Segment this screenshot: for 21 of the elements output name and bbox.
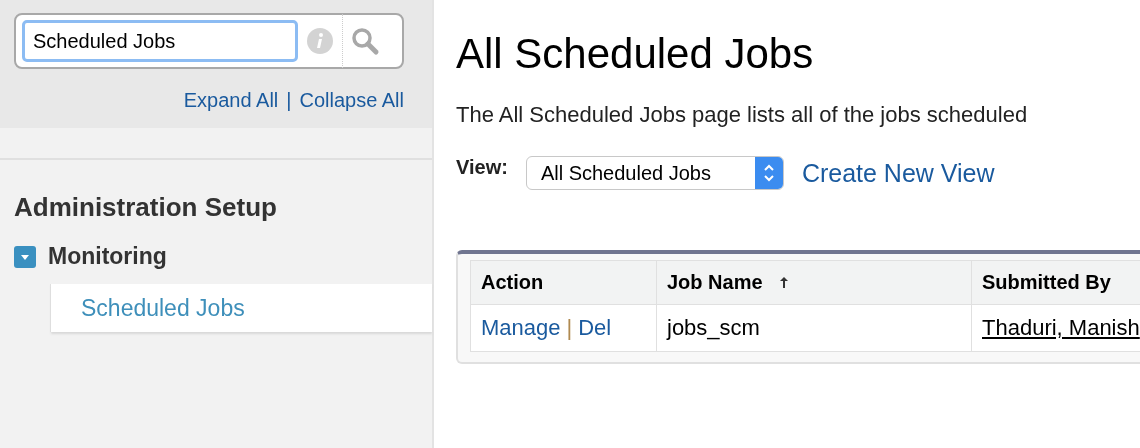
collapse-icon[interactable] <box>14 245 36 268</box>
tree-node[interactable]: Monitoring <box>48 243 167 270</box>
tree-toggle-link[interactable]: Expand All <box>183 89 279 112</box>
column-header[interactable]: Job Name <box>656 260 972 305</box>
column-header[interactable]: Action <box>470 260 657 305</box>
view-select[interactable]: All Scheduled Jobs <box>525 156 784 190</box>
tree-item[interactable]: Scheduled Jobs <box>51 284 432 332</box>
row-action-link[interactable]: Manage <box>481 315 561 340</box>
row-action-link[interactable]: Del <box>578 315 612 340</box>
search-field[interactable]: Scheduled Jobs <box>22 20 298 62</box>
page-title: All Scheduled Jobs <box>456 30 815 78</box>
column-header[interactable]: Submitted By <box>971 260 1140 305</box>
create-view-link[interactable]: Create New View <box>801 158 995 188</box>
link-separator: | <box>286 89 292 112</box>
table-cell: jobs_scm <box>656 304 972 352</box>
view-label: View: <box>456 156 508 179</box>
page-description: The All Scheduled Jobs page lists all of the jobs scheduled <box>456 102 1029 128</box>
tree-toggle-link[interactable]: Collapse All <box>299 89 404 112</box>
stepper-icon <box>761 162 776 184</box>
sidebar-heading: Administration Setup <box>14 192 278 223</box>
action-separator: | <box>566 315 573 340</box>
